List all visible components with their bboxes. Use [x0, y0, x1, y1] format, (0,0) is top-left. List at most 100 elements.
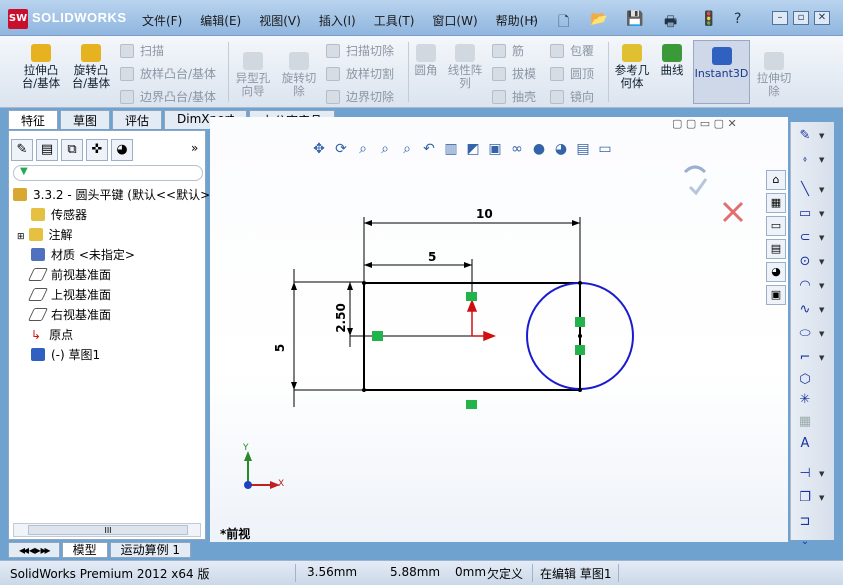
tree-root[interactable]: 3.3.2 - 圆头平键 (默认<<默认>	[13, 186, 210, 203]
shell-button[interactable]: 抽壳	[492, 88, 536, 105]
dropdown-icon[interactable]: ▼	[819, 470, 824, 478]
dropdown-icon[interactable]: ▼	[819, 156, 824, 164]
tree-item-right-plane[interactable]: 右视基准面	[27, 306, 111, 323]
instant3d-button[interactable]: Instant3D	[693, 40, 750, 104]
reference-geometry-button[interactable]: 参考几何体	[612, 44, 652, 90]
restore-icon[interactable]: ▫	[793, 11, 809, 25]
fillet-sketch-icon[interactable]: ⌐	[797, 350, 813, 366]
custom-properties-icon[interactable]: ▣	[766, 285, 786, 305]
open-file-icon[interactable]: 📂	[590, 11, 607, 27]
confirm-corner-icon[interactable]	[683, 165, 708, 196]
sketch-origin-icon[interactable]	[466, 298, 497, 342]
tree-item-material[interactable]: 材质 <未指定>	[31, 246, 135, 263]
revolve-cut-button[interactable]: 旋转切除	[278, 52, 320, 98]
pin-icon[interactable]: ⌕	[530, 11, 538, 27]
dome-button[interactable]: 圆顶	[550, 65, 594, 82]
extrude-cut-button[interactable]: 拉伸切除	[754, 52, 794, 98]
print-icon[interactable]: 🖶	[664, 11, 677, 35]
design-library-icon[interactable]: ▦	[766, 193, 786, 213]
dimxpert-icon[interactable]: ✜	[86, 139, 108, 161]
appearances-icon[interactable]: ◕	[766, 262, 786, 282]
tab-evaluate[interactable]: 评估	[112, 110, 163, 129]
text-icon[interactable]: A	[797, 436, 813, 452]
tab-motion-study[interactable]: 运动算例 1	[109, 542, 192, 558]
tree-item-front-plane[interactable]: 前视基准面	[27, 266, 111, 283]
tree-item-origin[interactable]: ↳ 原点	[31, 326, 73, 343]
ellipse-icon[interactable]: ⬭	[797, 326, 813, 342]
configuration-icon[interactable]: ⧉	[61, 139, 83, 161]
tab-model[interactable]: 模型	[61, 542, 108, 558]
graphics-area[interactable]: ✥ ⟳ ⌕ ⌕ ⌕ ↶ ▥ ◩ ▣ ∞ ● ◕ ▤ ▭ ▢ ▢ ▭ ▢ ✕ 10…	[210, 117, 788, 542]
draft-button[interactable]: 拔模	[492, 65, 536, 82]
dropdown-icon[interactable]: ▼	[819, 258, 824, 266]
dropdown-icon[interactable]: ▼	[819, 186, 824, 194]
line-icon[interactable]: ╲	[797, 182, 813, 198]
fillet-button[interactable]: 圆角	[412, 44, 440, 77]
sweep-cut-button[interactable]: 扫描切除	[326, 42, 394, 59]
solidworks-logo[interactable]: SW SOLIDWORKS	[8, 9, 126, 29]
menu-tools[interactable]: 工具(T)	[374, 12, 415, 29]
dropdown-icon[interactable]: ▼	[819, 354, 824, 362]
mirror-button[interactable]: 镜向	[550, 88, 594, 105]
plane-sketch-icon[interactable]: ▦	[797, 414, 813, 430]
view-palette-icon[interactable]: ▤	[766, 239, 786, 259]
point-icon[interactable]: ✳	[797, 392, 813, 408]
dropdown-icon[interactable]: ▼	[819, 494, 824, 502]
smart-dimension-icon[interactable]: ⬫	[797, 152, 813, 168]
minimize-icon[interactable]: –	[772, 11, 788, 25]
menu-window[interactable]: 窗口(W)	[432, 12, 477, 29]
close-icon[interactable]: ✕	[814, 11, 830, 25]
dropdown-icon[interactable]: ▼	[819, 210, 824, 218]
slot-icon[interactable]: ⊂	[797, 230, 813, 246]
new-file-icon[interactable]: 🗋	[558, 11, 569, 35]
expand-panel-icon[interactable]: »	[191, 141, 198, 155]
expand-icon[interactable]: ⊞	[17, 232, 25, 242]
tree-horizontal-scrollbar[interactable]: III	[13, 523, 201, 537]
tab-features[interactable]: 特征	[8, 110, 59, 129]
scroll-thumb[interactable]: III	[28, 525, 188, 535]
dim-half-label[interactable]: 5	[428, 250, 436, 264]
sweep-button[interactable]: 扫描	[120, 42, 164, 59]
wrap-button[interactable]: 包覆	[550, 42, 594, 59]
tree-item-sketch1[interactable]: (-) 草图1	[31, 346, 100, 363]
cancel-sketch-icon[interactable]	[722, 201, 744, 223]
tree-item-top-plane[interactable]: 上视基准面	[27, 286, 111, 303]
dropdown-icon[interactable]: ▼	[819, 306, 824, 314]
arc-icon[interactable]: ◠	[797, 278, 813, 294]
dropdown-icon[interactable]: ▼	[819, 282, 824, 290]
tab-nav-arrows-icon[interactable]: ◂◂ ◂ ▸ ▸▸	[8, 542, 60, 558]
tree-item-annotations[interactable]: ⊞ 注解	[17, 226, 73, 243]
solidworks-resources-icon[interactable]: ⌂	[766, 170, 786, 190]
menu-edit[interactable]: 编辑(E)	[200, 12, 241, 29]
menu-insert[interactable]: 插入(I)	[319, 12, 356, 29]
dropdown-icon[interactable]: ▼	[819, 234, 824, 242]
sketch-tool-icon[interactable]: ✎	[797, 128, 813, 144]
circle-icon[interactable]: ⊙	[797, 254, 813, 270]
tree-item-sensors[interactable]: 传感器	[31, 206, 87, 223]
dim-center-label[interactable]: 2.50	[334, 303, 348, 333]
feature-tree-icon[interactable]: ✎	[11, 139, 33, 161]
rectangle-icon[interactable]: ▭	[797, 206, 813, 222]
trim-icon[interactable]: ⊣	[797, 466, 813, 482]
rib-button[interactable]: 筋	[492, 42, 524, 59]
more-tools-icon[interactable]: ⌄	[797, 534, 813, 550]
save-icon[interactable]: 💾	[626, 11, 643, 27]
traffic-light-icon[interactable]: 🚦	[700, 11, 717, 27]
property-manager-icon[interactable]: ▤	[36, 139, 58, 161]
polygon-icon[interactable]: ⬡	[797, 372, 813, 388]
convert-entities-icon[interactable]: ❐	[797, 490, 813, 506]
curves-button[interactable]: 曲线	[657, 44, 687, 77]
relation-markers[interactable]	[372, 292, 585, 409]
dim-width-label[interactable]: 10	[476, 207, 493, 221]
spline-icon[interactable]: ∿	[797, 302, 813, 318]
display-manager-icon[interactable]: ◕	[111, 139, 133, 161]
boundary-cut-button[interactable]: 边界切除	[326, 88, 394, 105]
dropdown-icon[interactable]: ▼	[819, 132, 824, 140]
dim-height-label[interactable]: 5	[273, 344, 287, 352]
linear-pattern-button[interactable]: 线性阵列	[445, 44, 485, 90]
boundary-boss-button[interactable]: 边界凸台/基体	[120, 88, 216, 105]
help-icon[interactable]: ?	[734, 11, 741, 27]
hole-wizard-button[interactable]: 异型孔向导	[233, 52, 273, 98]
file-explorer-icon[interactable]: ▭	[766, 216, 786, 236]
dropdown-icon[interactable]: ▼	[819, 330, 824, 338]
